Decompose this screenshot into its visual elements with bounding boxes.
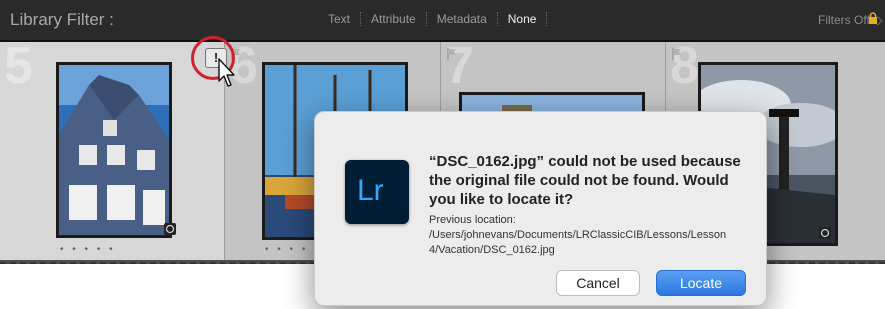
lock-icon[interactable] <box>868 12 878 25</box>
app-icon-label: Lr <box>357 174 384 207</box>
rating-dots[interactable]: • • • • • <box>265 244 321 255</box>
edit-badge-icon <box>164 223 176 235</box>
locate-button[interactable]: Locate <box>656 270 746 296</box>
filter-attribute-option[interactable]: Attribute <box>361 12 427 26</box>
filter-none-option[interactable]: None <box>498 12 548 26</box>
dialog-previous-location: Previous location: /Users/johnevans/Docu… <box>429 214 727 256</box>
cancel-button[interactable]: Cancel <box>556 270 640 296</box>
grid-cell-5[interactable]: 5 • • • • • <box>0 37 225 260</box>
photo-thumbnail-house[interactable] <box>56 62 172 238</box>
edit-badge-icon <box>819 227 831 239</box>
cell-index-number: 8 <box>670 37 699 95</box>
lightroom-app-icon: Lr <box>345 160 409 224</box>
cell-index-number: 5 <box>4 37 33 95</box>
library-filter-title: Library Filter : <box>10 10 114 29</box>
filter-options: Text Attribute Metadata None <box>318 12 548 26</box>
flag-icon[interactable] <box>447 48 457 60</box>
filter-metadata-option[interactable]: Metadata <box>427 12 498 26</box>
rating-dots[interactable]: • • • • • <box>60 244 116 255</box>
mouse-cursor-icon <box>218 58 235 87</box>
dialog-title: “DSC_0162.jpg” could not be used because… <box>429 153 741 208</box>
library-filter-bar: Library Filter : Text Attribute Metadata… <box>0 0 885 42</box>
filter-text-option[interactable]: Text <box>318 12 362 26</box>
flag-icon[interactable] <box>672 48 682 60</box>
missing-file-dialog: Lr “DSC_0162.jpg” could not be used beca… <box>314 111 767 306</box>
cell-index-number: 7 <box>445 37 474 95</box>
house-photo-image <box>59 65 169 235</box>
